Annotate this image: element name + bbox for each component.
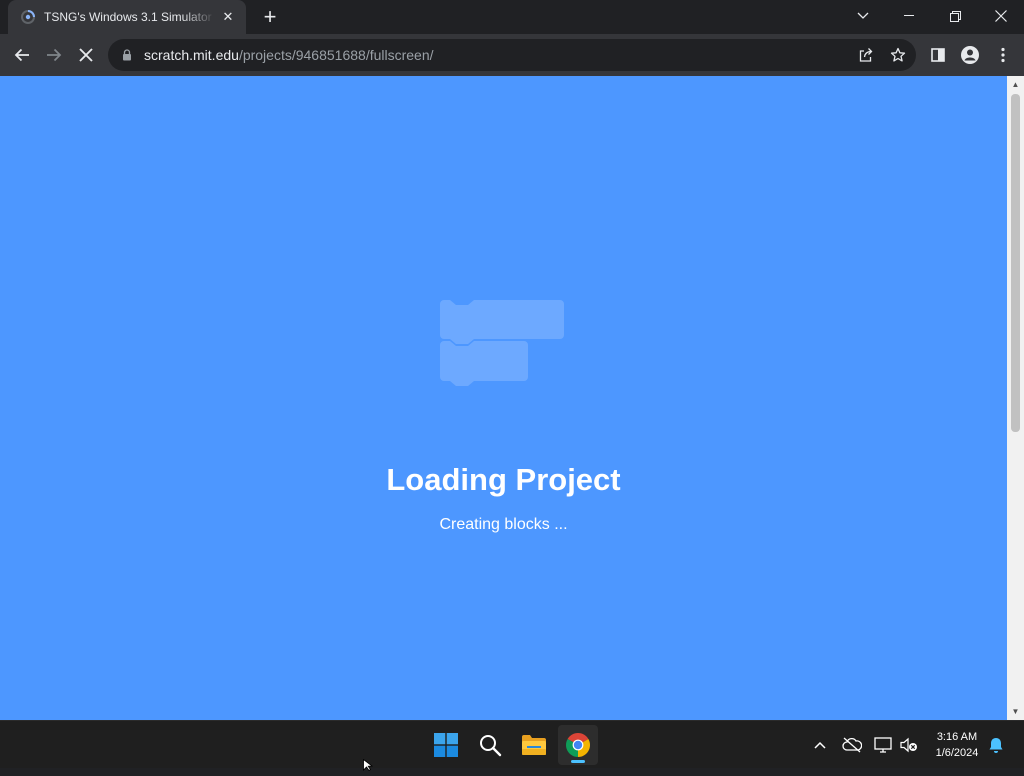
taskbar: 3:16 AM 1/6/2024	[0, 720, 1024, 768]
vertical-scrollbar[interactable]: ▲ ▼	[1007, 76, 1024, 720]
system-clock[interactable]: 3:16 AM 1/6/2024	[924, 729, 990, 761]
menu-icon[interactable]	[993, 45, 1013, 65]
stop-icon[interactable]	[72, 41, 100, 69]
page-viewport: Loading Project Creating blocks ... ▲ ▼	[0, 76, 1024, 720]
forward-icon[interactable]	[40, 41, 68, 69]
window-controls	[840, 0, 1024, 34]
url-host: scratch.mit.edu	[144, 47, 239, 63]
profile-icon[interactable]	[960, 45, 980, 65]
notifications-icon[interactable]	[986, 735, 1006, 755]
loading-status: Creating blocks ...	[439, 516, 568, 533]
chevron-up-icon[interactable]	[810, 735, 830, 755]
active-app-indicator	[571, 760, 585, 763]
new-tab-button[interactable]: +	[258, 6, 282, 28]
browser-tab[interactable]: TSNG's Windows 3.1 Simulator on Scratch …	[8, 0, 246, 34]
share-icon[interactable]	[856, 46, 876, 64]
scratch-blocks-icon	[440, 300, 566, 393]
mouse-cursor-icon	[363, 758, 375, 776]
address-bar[interactable]: scratch.mit.edu/projects/946851688/fulls…	[108, 39, 916, 71]
side-panel-icon[interactable]	[928, 45, 948, 65]
search-icon[interactable]	[470, 725, 510, 765]
loading-spinner-icon	[20, 9, 36, 25]
loading-title: Loading Project	[386, 462, 621, 497]
tab-title: TSNG's Windows 3.1 Simulator on Scratch	[44, 10, 216, 24]
tab-search-chevron-icon[interactable]	[840, 0, 886, 32]
scratch-loading-screen: Loading Project Creating blocks ...	[0, 76, 1007, 720]
tab-close-icon[interactable]: ✕	[220, 9, 236, 25]
scroll-up-arrow-icon[interactable]: ▲	[1007, 76, 1024, 93]
onedrive-icon[interactable]	[842, 735, 862, 755]
volume-muted-icon[interactable]	[899, 735, 919, 755]
tab-strip: TSNG's Windows 3.1 Simulator on Scratch …	[0, 0, 1024, 34]
back-icon[interactable]	[8, 41, 36, 69]
chrome-icon[interactable]	[558, 725, 598, 765]
url-path: /projects/946851688/fullscreen/	[238, 47, 434, 63]
scrollbar-thumb[interactable]	[1011, 94, 1020, 432]
start-icon[interactable]	[426, 725, 466, 765]
scroll-down-arrow-icon[interactable]: ▼	[1007, 703, 1024, 720]
clock-time: 3:16 AM	[936, 731, 978, 743]
lock-icon[interactable]	[120, 48, 134, 62]
network-icon[interactable]	[873, 735, 893, 755]
bookmark-star-icon[interactable]	[888, 46, 908, 64]
minimize-icon[interactable]	[886, 0, 932, 32]
url-text: scratch.mit.edu/projects/946851688/fulls…	[144, 47, 434, 63]
clock-date: 1/6/2024	[935, 747, 979, 759]
close-window-icon[interactable]	[978, 0, 1024, 32]
file-explorer-icon[interactable]	[514, 725, 554, 765]
restore-icon[interactable]	[932, 0, 978, 32]
browser-toolbar: scratch.mit.edu/projects/946851688/fulls…	[0, 34, 1024, 76]
